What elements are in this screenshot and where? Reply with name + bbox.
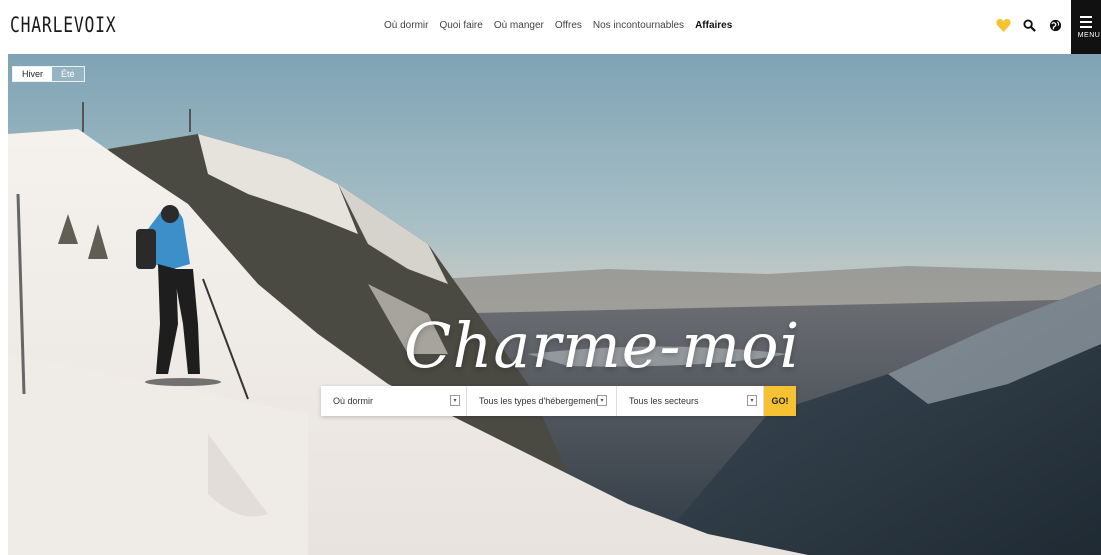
nav-incontournables[interactable]: Nos incontournables (593, 20, 684, 31)
search-bar: Où dormir ▾ Tous les types d'hébergement… (321, 386, 796, 416)
type-select-value: Tous les types d'hébergement (479, 396, 597, 406)
season-toggle: Hiver Été (12, 66, 85, 82)
site-header: CHARLEVOIX Où dormir Quoi faire Où mange… (0, 0, 1101, 54)
search-icon[interactable] (1021, 17, 1037, 33)
nav-quoi-faire[interactable]: Quoi faire (439, 20, 482, 31)
header-icons (995, 17, 1063, 33)
nav-ou-dormir[interactable]: Où dormir (384, 20, 428, 31)
chevron-down-icon: ▾ (747, 395, 757, 406)
hero-section: Hiver Été Charme-moi (8, 54, 1101, 555)
main-nav: Où dormir Quoi faire Où manger Offres No… (384, 20, 732, 31)
hero-tagline: Charme-moi (404, 309, 801, 382)
where-select-value: Où dormir (333, 396, 374, 406)
nav-offres[interactable]: Offres (555, 20, 582, 31)
sector-select[interactable]: Tous les secteurs ▾ (617, 386, 764, 416)
hero-background-image (8, 54, 1101, 555)
chevron-down-icon: ▾ (597, 395, 607, 406)
site-logo[interactable]: CHARLEVOIX (10, 13, 116, 37)
where-select[interactable]: Où dormir ▾ (321, 386, 467, 416)
sector-select-value: Tous les secteurs (629, 396, 699, 406)
season-ete[interactable]: Été (52, 67, 84, 81)
nav-affaires[interactable]: Affaires (695, 20, 732, 31)
hamburger-icon (1080, 15, 1092, 28)
menu-button[interactable]: MENU (1071, 0, 1101, 54)
go-button[interactable]: GO! (764, 386, 796, 416)
type-select[interactable]: Tous les types d'hébergement ▾ (467, 386, 617, 416)
menu-label: MENU (1077, 31, 1101, 39)
chevron-down-icon: ▾ (450, 395, 460, 406)
globe-icon[interactable] (1047, 17, 1063, 33)
heart-icon[interactable] (995, 17, 1011, 33)
season-hiver[interactable]: Hiver (13, 67, 53, 81)
nav-ou-manger[interactable]: Où manger (494, 20, 544, 31)
